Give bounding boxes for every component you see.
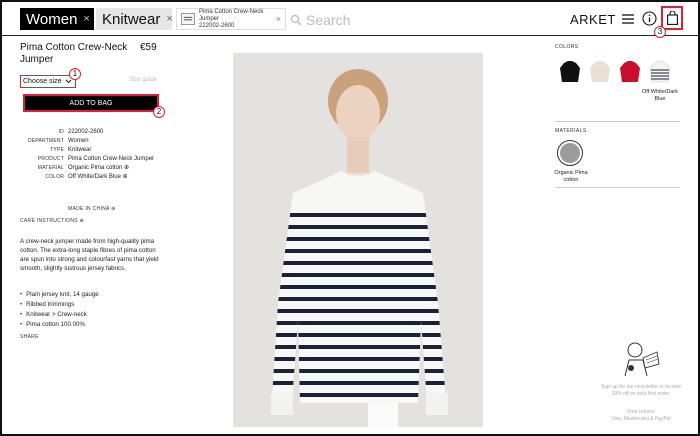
- newsletter-illustration-icon[interactable]: [615, 338, 661, 378]
- stripe: [271, 321, 447, 325]
- selected-color-label: Off White/Dark Blue: [642, 89, 678, 102]
- stripe: [271, 285, 447, 289]
- returns-info: Free returns Visa, Mastercard & PayPal: [600, 409, 682, 422]
- stripe: [271, 225, 447, 229]
- material-label: Organic Pima cotton: [554, 170, 588, 183]
- divider: [555, 121, 680, 122]
- product-specs: ID 222002-2600 DEPARTMENT Women TYPE Kni…: [20, 128, 170, 182]
- spec-key: COLOR: [45, 174, 64, 180]
- stripe: [271, 261, 447, 265]
- share-link[interactable]: SHARE: [20, 334, 39, 340]
- search-placeholder: Search: [306, 12, 351, 28]
- spec-value: Pima Cotton Crew-Neck Jumper: [68, 156, 155, 162]
- color-swatch-black[interactable]: [560, 60, 580, 84]
- materials-label: MATERIALS: [555, 128, 587, 134]
- recent-item-text: Pima Cotton Crew-Neck Jumper 222002-2600: [199, 9, 272, 30]
- material-swatch[interactable]: [557, 140, 583, 166]
- recent-item-title: Pima Cotton Crew-Neck Jumper: [199, 8, 264, 22]
- care-instructions-link[interactable]: CARE INSTRUCTIONS ⊕: [20, 218, 84, 224]
- shopping-bag-button[interactable]: [661, 6, 683, 30]
- spec-value[interactable]: Off White/Dark Blue ⊕: [68, 173, 168, 182]
- newsletter-text[interactable]: Sign up for our newsletter to receive 10…: [600, 384, 682, 397]
- color-swatch-beige[interactable]: [590, 60, 610, 84]
- swatch-fill: [620, 61, 640, 82]
- model-photo: [233, 53, 483, 427]
- product-title: Pima Cotton Crew-Neck Jumper: [20, 42, 128, 65]
- size-guide-link[interactable]: Size guide: [129, 77, 157, 83]
- choose-size-label: Choose size: [23, 78, 62, 85]
- list-item: Knitwear > Crew-neck: [20, 310, 160, 320]
- spec-row-color: COLOR Off White/Dark Blue ⊕: [20, 173, 170, 182]
- info-icon[interactable]: [642, 11, 657, 26]
- made-in-link[interactable]: MADE IN CHINA ⊕: [68, 206, 116, 212]
- color-swatch-red[interactable]: [620, 60, 640, 84]
- product-features: Plain jersey knit, 14 gauge Ribbed trimm…: [20, 290, 160, 330]
- spec-key: ID: [58, 129, 64, 135]
- choose-size-dropdown[interactable]: Choose size: [20, 75, 76, 88]
- menu-icon[interactable]: [622, 13, 634, 25]
- spec-value[interactable]: Organic Pima cotton ⊕: [68, 164, 168, 173]
- spec-key: MATERIAL: [37, 165, 64, 171]
- swatch-fill: [590, 61, 610, 82]
- spec-key: PRODUCT: [37, 156, 64, 162]
- spec-key: DEPARTMENT: [28, 138, 64, 144]
- spec-value: 222002-2600: [68, 129, 104, 135]
- filter-chip-knitwear[interactable]: Knitwear ×: [96, 8, 173, 30]
- spec-value[interactable]: Women: [68, 137, 168, 146]
- spec-key: TYPE: [50, 147, 64, 153]
- brand-logo[interactable]: ARKET: [570, 12, 616, 27]
- product-image[interactable]: [233, 53, 483, 427]
- swatch-fill: [560, 61, 580, 82]
- product-price: €59: [140, 42, 157, 53]
- recent-item-chip[interactable]: Pima Cotton Crew-Neck Jumper 222002-2600…: [176, 8, 286, 30]
- stripe: [271, 297, 447, 301]
- chip-label: Women: [26, 10, 78, 28]
- spec-value[interactable]: Knitwear: [68, 146, 168, 155]
- stripe: [271, 273, 447, 277]
- recent-item-code: 222002-2600: [199, 22, 235, 29]
- spec-row-product: PRODUCT Pima Cotton Crew-Neck Jumper: [20, 155, 170, 164]
- stripe: [271, 249, 447, 253]
- annotation-badge-3: 3: [654, 26, 666, 38]
- add-to-bag-button[interactable]: ADD TO BAG: [23, 94, 159, 112]
- close-icon[interactable]: ×: [166, 13, 172, 25]
- stripe: [271, 237, 447, 241]
- list-item: Pima cotton 100.00%: [20, 320, 160, 330]
- list-item: Plain jersey knit, 14 gauge: [20, 290, 160, 300]
- divider: [555, 187, 680, 188]
- chevron-down-icon: [65, 79, 71, 84]
- product-description: A crew-neck jumper made from high-qualit…: [20, 238, 159, 272]
- annotation-badge-1: 1: [69, 68, 81, 80]
- stripe: [271, 345, 447, 349]
- filter-chip-women[interactable]: Women ×: [20, 8, 94, 30]
- stripe: [271, 333, 447, 337]
- stripe: [271, 309, 447, 313]
- spec-row-type: TYPE Knitwear: [20, 146, 170, 155]
- search-input[interactable]: Search: [290, 10, 350, 30]
- chip-label: Knitwear: [102, 10, 161, 28]
- spec-row-material: MATERIAL Organic Pima cotton ⊕: [20, 164, 170, 173]
- color-swatch-off-white-dark-blue[interactable]: [650, 60, 670, 84]
- search-icon: [290, 14, 302, 26]
- colors-label: COLORS: [555, 44, 579, 50]
- product-thumbnail-icon: [181, 13, 195, 25]
- stripe: [271, 357, 447, 361]
- close-icon[interactable]: ×: [276, 14, 281, 24]
- payment-text: Visa, Mastercard & PayPal: [611, 415, 671, 422]
- stripe: [271, 213, 447, 217]
- shopping-bag-icon: [667, 11, 678, 25]
- annotation-badge-2: 2: [153, 106, 165, 118]
- spec-row-id: ID 222002-2600: [20, 128, 170, 137]
- close-icon[interactable]: ×: [83, 13, 89, 25]
- spec-row-department: DEPARTMENT Women: [20, 137, 170, 146]
- list-item: Ribbed trimmings: [20, 300, 160, 310]
- material-fill: [560, 143, 580, 163]
